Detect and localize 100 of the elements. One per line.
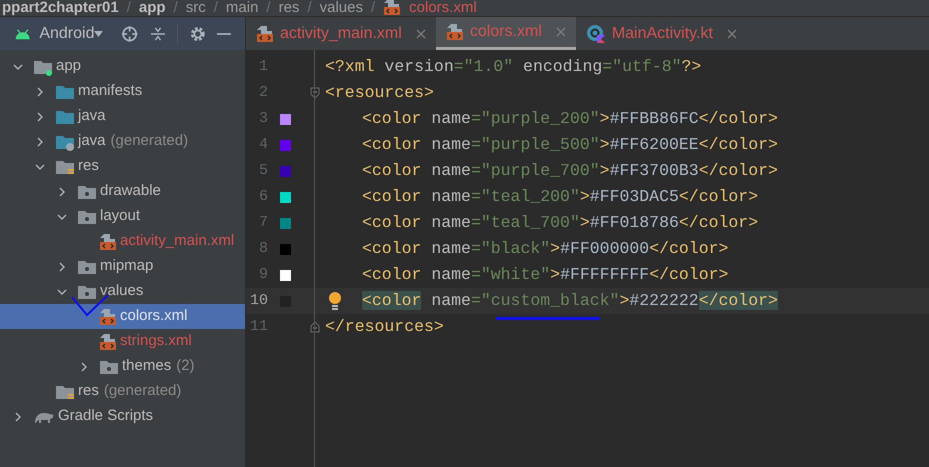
view-dropdown[interactable]: Android: [39, 22, 104, 46]
line-number: 7: [258, 212, 268, 233]
tree-item-note: (2): [176, 356, 195, 376]
chevron-down-icon[interactable]: [57, 286, 67, 296]
tree-item[interactable]: manifests: [0, 79, 245, 104]
tree-item-label: colors.xml: [120, 306, 188, 326]
tree-item-label: drawable: [100, 181, 161, 202]
tree-item-label: layout: [100, 206, 140, 226]
tree-item-note: (generated): [104, 381, 182, 402]
xml-file-icon: [99, 308, 117, 326]
tree-item-label: app: [56, 56, 82, 76]
code-line: <color name="purple_500">#FF6200EE</color>: [362, 134, 778, 156]
tree-item-label: java: [78, 106, 106, 126]
code-line: <color name="purple_700">#FF3700B3</color>: [362, 160, 778, 182]
color-swatch[interactable]: [280, 218, 291, 228]
tree-item[interactable]: java (generated): [0, 129, 245, 154]
tree-item[interactable]: mipmap: [0, 254, 245, 279]
breadcrumb-separator: /: [370, 0, 376, 16]
code-line: <color name="black">#FF000000</color>: [362, 238, 728, 260]
color-swatch[interactable]: [280, 114, 291, 124]
color-swatch[interactable]: [280, 192, 291, 202]
color-swatch[interactable]: [280, 140, 291, 150]
breadcrumb-item[interactable]: app: [138, 0, 166, 16]
tree-item-label: values: [100, 281, 144, 302]
tab-label: colors.xml: [470, 22, 542, 42]
breadcrumb-item[interactable]: main: [226, 0, 258, 16]
code-line: <color name="purple_200">#FFBB86FC</color>: [362, 108, 778, 130]
crosshair-icon[interactable]: [121, 24, 139, 44]
breadcrumb-item[interactable]: ppart2chapter01: [2, 0, 119, 16]
line-number: 9: [258, 264, 268, 285]
color-swatch[interactable]: [280, 166, 291, 176]
code-line: <color name="custom_black">#222222</color>: [362, 290, 778, 312]
tree-item[interactable]: Gradle Scripts: [0, 404, 245, 429]
chevron-right-icon[interactable]: [35, 112, 45, 122]
breadcrumb-item[interactable]: src: [186, 0, 206, 16]
xml-file-icon: [99, 332, 117, 350]
collapse-all-icon[interactable]: [150, 24, 165, 42]
tree-item[interactable]: values: [0, 279, 245, 304]
close-icon[interactable]: [726, 28, 737, 38]
tree-item-note: (generated): [110, 131, 188, 152]
line-number: 1: [258, 56, 268, 77]
chevron-right-icon[interactable]: [57, 262, 67, 272]
tree-item[interactable]: layout: [0, 204, 245, 229]
chevron-down-icon[interactable]: [57, 212, 67, 222]
xml-file-icon: [99, 232, 117, 250]
chevron-right-icon[interactable]: [13, 412, 23, 422]
lightbulb-icon[interactable]: [327, 291, 343, 311]
chevron-right-icon[interactable]: [35, 86, 45, 96]
tree-item-label: manifests: [78, 81, 142, 102]
line-number: 6: [258, 186, 268, 207]
tab-label: activity_main.xml: [280, 24, 402, 44]
kotlin-file-icon: [586, 24, 606, 44]
tree-item[interactable]: drawable: [0, 179, 245, 204]
tree-item[interactable]: app: [0, 54, 245, 79]
tree-item[interactable]: themes (2): [0, 354, 245, 379]
code-line: </resources>: [325, 316, 444, 338]
code-editor[interactable]: [246, 50, 929, 467]
tree-item[interactable]: colors.xml: [0, 304, 245, 329]
breadcrumb-item[interactable]: res: [278, 0, 300, 16]
line-number: 10: [248, 290, 268, 311]
settings-icon[interactable]: [190, 24, 206, 42]
tree-item-label: mipmap: [100, 256, 154, 276]
breadcrumb-item[interactable]: values: [320, 0, 363, 16]
line-number: 3: [258, 108, 268, 129]
tree-item-label: res: [78, 156, 99, 176]
tree-item[interactable]: res: [0, 154, 245, 179]
breadcrumb-separator: /: [126, 0, 131, 16]
code-line: <color name="teal_200">#FF03DAC5</color>: [362, 186, 758, 208]
color-swatch[interactable]: [280, 270, 291, 280]
chevron-right-icon[interactable]: [35, 136, 45, 146]
tab-label: MainActivity.kt: [612, 24, 713, 44]
close-icon[interactable]: [416, 28, 426, 38]
line-number: 8: [258, 238, 268, 259]
caret-icon: [94, 30, 104, 36]
line-number: 4: [258, 134, 268, 155]
breadcrumb-separator: /: [214, 0, 218, 16]
xml-file-icon: [256, 24, 274, 42]
color-swatch[interactable]: [280, 244, 291, 254]
code-line: <color name="white">#FFFFFFFF</color>: [362, 264, 728, 286]
breadcrumb-separator: /: [307, 0, 312, 16]
chevron-right-icon[interactable]: [57, 186, 67, 196]
code-line: <?xml version="1.0" encoding="utf-8"?>: [325, 56, 702, 78]
chevron-right-icon[interactable]: [79, 362, 89, 372]
tree-item-label: activity_main.xml: [120, 231, 234, 252]
xml-file-icon: [446, 23, 464, 41]
line-number: 5: [258, 160, 268, 181]
chevron-down-icon[interactable]: [13, 62, 23, 72]
chevron-down-icon[interactable]: [35, 162, 45, 172]
line-number: 2: [258, 82, 268, 103]
tree-item-label: java: [78, 131, 106, 152]
tree-item-label: res: [78, 381, 99, 402]
tree-item[interactable]: java: [0, 104, 245, 129]
tree-item-label: strings.xml: [120, 331, 192, 352]
tree-item-label: Gradle Scripts: [58, 406, 154, 426]
minimize-icon[interactable]: [217, 32, 231, 36]
tree-item[interactable]: res (generated): [0, 379, 245, 404]
breadcrumb-separator: /: [174, 0, 178, 16]
android-icon: [14, 26, 32, 40]
code-line: <color name="teal_700">#FF018786</color>: [362, 212, 758, 234]
line-number: 11: [248, 316, 268, 337]
